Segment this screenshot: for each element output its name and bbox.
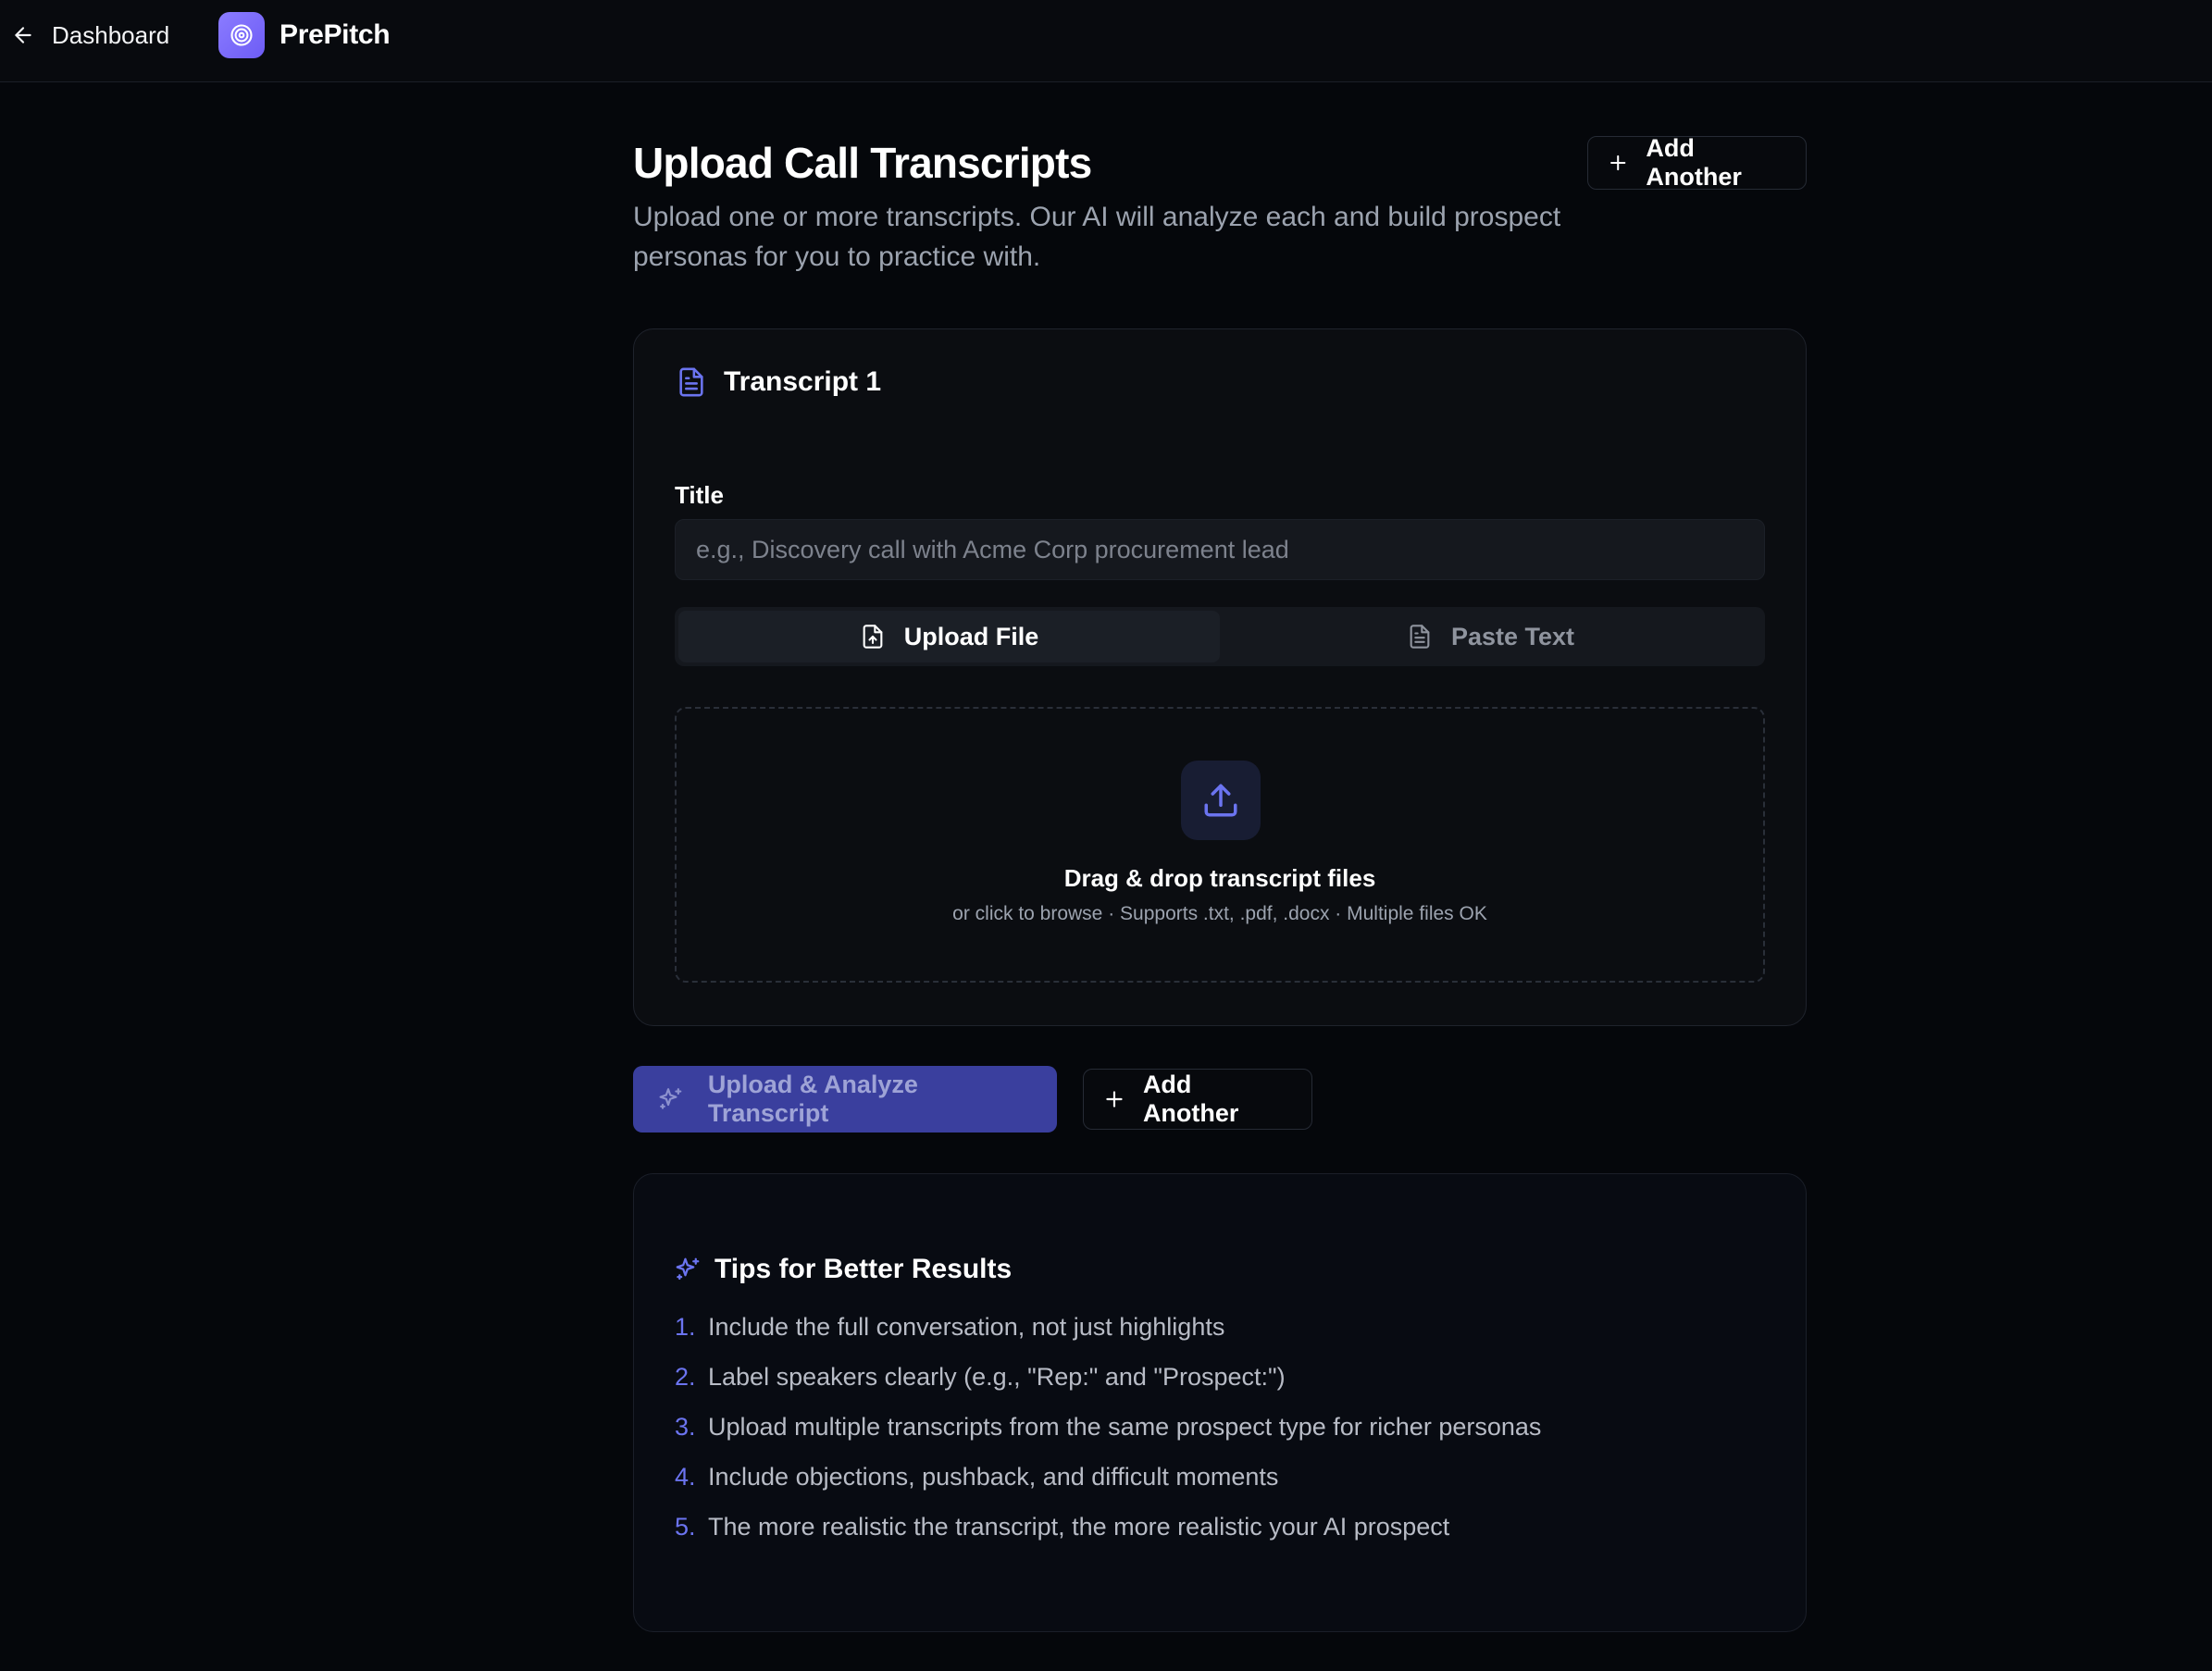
tip-number: 3. (675, 1413, 696, 1441)
file-dropzone[interactable]: Drag & drop transcript files or click to… (675, 707, 1765, 983)
tip-number: 5. (675, 1513, 696, 1541)
title-input[interactable] (675, 519, 1765, 580)
tab-paste-text-label: Paste Text (1450, 622, 1575, 650)
tip-text: Upload multiple transcripts from the sam… (708, 1413, 1542, 1441)
tips-list: 1. Include the full conversation, not ju… (675, 1313, 1541, 1563)
tip-item: 5. The more realistic the transcript, th… (675, 1513, 1541, 1563)
tip-item: 4. Include objections, pushback, and dif… (675, 1463, 1541, 1513)
upload-analyze-label: Upload & Analyze Transcript (707, 1071, 918, 1127)
back-to-dashboard-link[interactable]: Dashboard (11, 17, 169, 54)
top-bar: Dashboard PrePitch (0, 0, 2212, 82)
dropzone-subtitle: or click to browse · Supports .txt, .pdf… (952, 903, 1487, 924)
plus-icon (1610, 155, 1626, 171)
tip-item: 1. Include the full conversation, not ju… (675, 1313, 1541, 1363)
page-title: Upload Call Transcripts (633, 139, 1092, 187)
file-text-icon (1410, 625, 1430, 649)
tips-card: Tips for Better Results 1. Include the f… (633, 1173, 1807, 1632)
sparkles-icon (659, 1088, 682, 1109)
tip-text: Label speakers clearly (e.g., "Rep:" and… (708, 1363, 1286, 1391)
transcript-card-title: Transcript 1 (724, 366, 882, 397)
tip-text: The more realistic the transcript, the m… (708, 1513, 1450, 1541)
input-mode-tabs: Upload File Paste Text (675, 607, 1765, 666)
tips-header: Tips for Better Results (674, 1254, 1012, 1285)
target-icon (230, 24, 253, 46)
plus-icon (1106, 1091, 1123, 1108)
brand-logo (218, 12, 265, 58)
tip-number: 2. (675, 1363, 696, 1391)
sparkles-icon (676, 1257, 700, 1281)
transcript-card: Transcript 1 Title Upload File Paste Tex… (633, 328, 1807, 1026)
tip-text: Include the full conversation, not just … (708, 1313, 1225, 1341)
tab-paste-text[interactable]: Paste Text (1220, 611, 1761, 662)
dropzone-title: Drag & drop transcript files (1063, 864, 1376, 892)
dropzone-icon-container (1181, 761, 1261, 840)
brand-name: PrePitch (280, 19, 391, 50)
title-field-label: Title (675, 481, 724, 509)
add-another-button-bottom[interactable]: Add Another (1083, 1069, 1312, 1130)
arrow-left-icon (15, 27, 31, 43)
file-text-icon (679, 367, 703, 397)
tip-item: 3. Upload multiple transcripts from the … (675, 1413, 1541, 1463)
tips-title: Tips for Better Results (715, 1254, 1013, 1284)
add-another-label: Add Another (1646, 134, 1742, 191)
tip-number: 4. (675, 1463, 696, 1491)
file-upload-icon (863, 625, 883, 649)
tip-text: Include objections, pushback, and diffic… (708, 1463, 1279, 1491)
upload-analyze-button[interactable]: Upload & Analyze Transcript (633, 1066, 1057, 1133)
tab-upload-file[interactable]: Upload File (678, 611, 1220, 662)
add-another-button-top[interactable]: Add Another (1587, 134, 1807, 191)
page-subtitle: Upload one or more transcripts. Our AI w… (633, 202, 1561, 272)
transcript-card-header: Transcript 1 (676, 366, 881, 398)
back-link-label: Dashboard (52, 20, 170, 49)
tab-upload-file-label: Upload File (903, 622, 1039, 650)
add-another-label: Add Another (1142, 1071, 1239, 1127)
brand[interactable]: PrePitch (218, 11, 391, 59)
upload-icon (1204, 784, 1237, 817)
tip-number: 1. (675, 1313, 696, 1341)
tip-item: 2. Label speakers clearly (e.g., "Rep:" … (675, 1363, 1541, 1413)
